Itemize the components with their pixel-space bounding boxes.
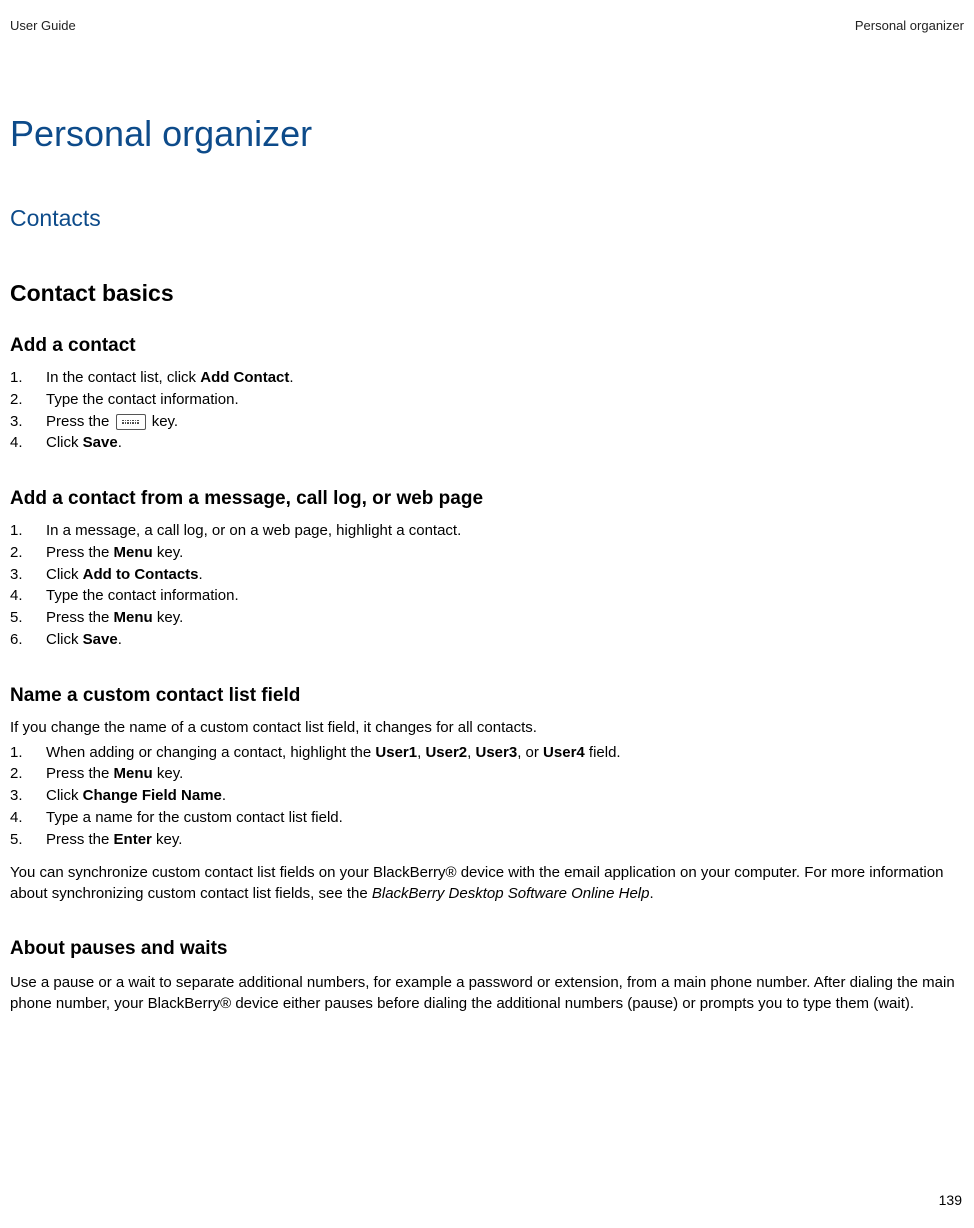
heading-pauses: About pauses and waits xyxy=(10,938,964,960)
step-number: 2. xyxy=(10,389,32,411)
step-text: Click Add to Contacts. xyxy=(46,564,203,586)
step-text: Press the Enter key. xyxy=(46,829,182,851)
step-text: Press the Menu key. xyxy=(46,542,183,564)
list-item: 1. In a message, a call log, or on a web… xyxy=(10,520,964,542)
heading-name-field: Name a custom contact list field xyxy=(10,685,964,707)
page-header: User Guide Personal organizer xyxy=(10,18,964,33)
menu-key-icon xyxy=(116,414,146,430)
step-number: 1. xyxy=(10,367,32,389)
page-number: 139 xyxy=(939,1192,962,1208)
step-number: 4. xyxy=(10,807,32,829)
list-item: 3. Click Change Field Name. xyxy=(10,785,964,807)
section-add-from-message: Add a contact from a message, call log, … xyxy=(10,488,964,651)
steps-add-contact: 1. In the contact list, click Add Contac… xyxy=(10,367,964,454)
list-item: 5. Press the Enter key. xyxy=(10,829,964,851)
list-item: 4. Type a name for the custom contact li… xyxy=(10,807,964,829)
step-number: 1. xyxy=(10,742,32,764)
step-number: 2. xyxy=(10,542,32,564)
list-item: 2. Press the Menu key. xyxy=(10,763,964,785)
step-text: Click Change Field Name. xyxy=(46,785,226,807)
step-text: Click Save. xyxy=(46,629,122,651)
section-pauses: About pauses and waits Use a pause or a … xyxy=(10,938,964,1014)
steps-name-field: 1. When adding or changing a contact, hi… xyxy=(10,742,964,851)
step-text: When adding or changing a contact, highl… xyxy=(46,742,621,764)
step-text: Type a name for the custom contact list … xyxy=(46,807,343,829)
page-title: Personal organizer xyxy=(10,113,964,155)
heading-add-from-message: Add a contact from a message, call log, … xyxy=(10,488,964,510)
step-text: Press the key. xyxy=(46,411,178,433)
list-item: 6. Click Save. xyxy=(10,629,964,651)
section-name-field: Name a custom contact list field If you … xyxy=(10,685,964,905)
heading-add-contact: Add a contact xyxy=(10,335,964,357)
para-pauses: Use a pause or a wait to separate additi… xyxy=(10,972,964,1014)
step-number: 3. xyxy=(10,564,32,586)
list-item: 2. Press the Menu key. xyxy=(10,542,964,564)
step-text: In a message, a call log, or on a web pa… xyxy=(46,520,461,542)
intro-name-field: If you change the name of a custom conta… xyxy=(10,717,964,738)
step-text: Type the contact information. xyxy=(46,389,239,411)
step-text: Click Save. xyxy=(46,432,122,454)
list-item: 3. Press the key. xyxy=(10,411,964,433)
list-item: 1. In the contact list, click Add Contac… xyxy=(10,367,964,389)
step-text: In the contact list, click Add Contact. xyxy=(46,367,294,389)
list-item: 1. When adding or changing a contact, hi… xyxy=(10,742,964,764)
header-left: User Guide xyxy=(10,18,76,33)
list-item: 5. Press the Menu key. xyxy=(10,607,964,629)
step-number: 2. xyxy=(10,763,32,785)
list-item: 3. Click Add to Contacts. xyxy=(10,564,964,586)
subsection-title-basics: Contact basics xyxy=(10,280,964,307)
step-number: 1. xyxy=(10,520,32,542)
step-number: 5. xyxy=(10,829,32,851)
section-add-contact: Add a contact 1. In the contact list, cl… xyxy=(10,335,964,454)
step-text: Press the Menu key. xyxy=(46,763,183,785)
steps-add-from-message: 1. In a message, a call log, or on a web… xyxy=(10,520,964,651)
step-number: 3. xyxy=(10,411,32,433)
step-number: 4. xyxy=(10,432,32,454)
list-item: 2. Type the contact information. xyxy=(10,389,964,411)
header-right: Personal organizer xyxy=(855,18,964,33)
section-title-contacts: Contacts xyxy=(10,205,964,232)
step-number: 6. xyxy=(10,629,32,651)
step-number: 5. xyxy=(10,607,32,629)
list-item: 4. Type the contact information. xyxy=(10,585,964,607)
step-text: Press the Menu key. xyxy=(46,607,183,629)
step-number: 3. xyxy=(10,785,32,807)
outro-name-field: You can synchronize custom contact list … xyxy=(10,862,964,904)
list-item: 4. Click Save. xyxy=(10,432,964,454)
step-text: Type the contact information. xyxy=(46,585,239,607)
step-number: 4. xyxy=(10,585,32,607)
